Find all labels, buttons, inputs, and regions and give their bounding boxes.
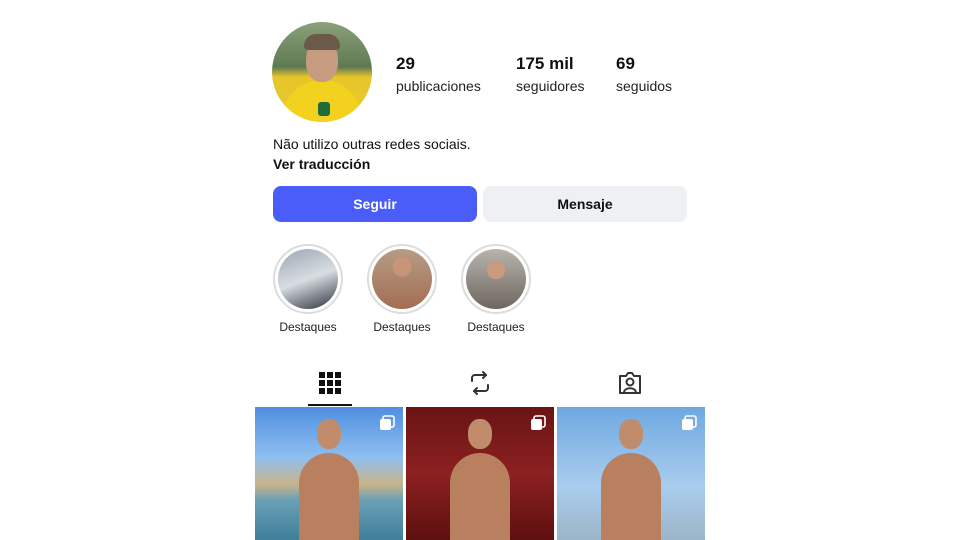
- reels-repost-icon: [471, 371, 489, 395]
- avatar-hair: [304, 34, 340, 50]
- message-button[interactable]: Mensaje: [483, 186, 687, 222]
- posts-count: 29: [396, 54, 415, 73]
- story-highlight[interactable]: Destaques: [366, 244, 438, 334]
- post-figure-head: [468, 419, 492, 449]
- highlight-ring: [367, 244, 437, 314]
- followers-label: seguidores: [516, 78, 585, 94]
- avatar-crest: [318, 102, 330, 116]
- post-figure-head: [317, 419, 341, 449]
- profile-tabs: [255, 360, 705, 406]
- post-thumbnail[interactable]: [557, 407, 705, 540]
- multiple-posts-icon: [531, 415, 546, 430]
- highlight-label: Destaques: [279, 320, 337, 334]
- highlight-ring: [273, 244, 343, 314]
- profile-page: 29 publicaciones 175 mil seguidores 69 s…: [0, 0, 960, 540]
- post-figure-body: [299, 453, 359, 540]
- following-count: 69: [616, 54, 635, 73]
- post-thumbnail[interactable]: [406, 407, 554, 540]
- post-figure-head: [619, 419, 643, 449]
- followers-count: 175 mil: [516, 54, 574, 73]
- profile-avatar[interactable]: [272, 22, 372, 122]
- multiple-posts-icon: [380, 415, 395, 430]
- post-figure-body: [601, 453, 661, 540]
- highlight-thumbnail: [372, 249, 432, 309]
- tab-tagged[interactable]: [555, 360, 705, 406]
- highlight-label: Destaques: [467, 320, 525, 334]
- stat-followers[interactable]: 175 mil seguidores: [516, 54, 585, 94]
- post-figure-body: [450, 453, 510, 540]
- grid-icon: [319, 372, 341, 394]
- follow-button[interactable]: Seguir: [273, 186, 477, 222]
- posts-grid: [255, 407, 705, 540]
- stat-posts[interactable]: 29 publicaciones: [396, 54, 481, 94]
- post-thumbnail[interactable]: [255, 407, 403, 540]
- posts-label: publicaciones: [396, 78, 481, 94]
- highlight-ring: [461, 244, 531, 314]
- tagged-person-icon: [619, 372, 641, 394]
- highlight-label: Destaques: [373, 320, 431, 334]
- story-highlight[interactable]: Destaques: [272, 244, 344, 334]
- multiple-posts-icon: [682, 415, 697, 430]
- highlight-thumbnail: [278, 249, 338, 309]
- tab-reposts[interactable]: [405, 360, 555, 406]
- profile-bio: Não utilizo outras redes sociais.: [273, 136, 471, 152]
- following-label: seguidos: [616, 78, 673, 94]
- story-highlight[interactable]: Destaques: [460, 244, 532, 334]
- highlight-thumbnail: [466, 249, 526, 309]
- stat-following[interactable]: 69 seguidos: [616, 54, 672, 94]
- tab-posts-grid[interactable]: [255, 360, 405, 406]
- active-tab-indicator: [308, 404, 352, 406]
- see-translation-link[interactable]: Ver traducción: [273, 156, 370, 172]
